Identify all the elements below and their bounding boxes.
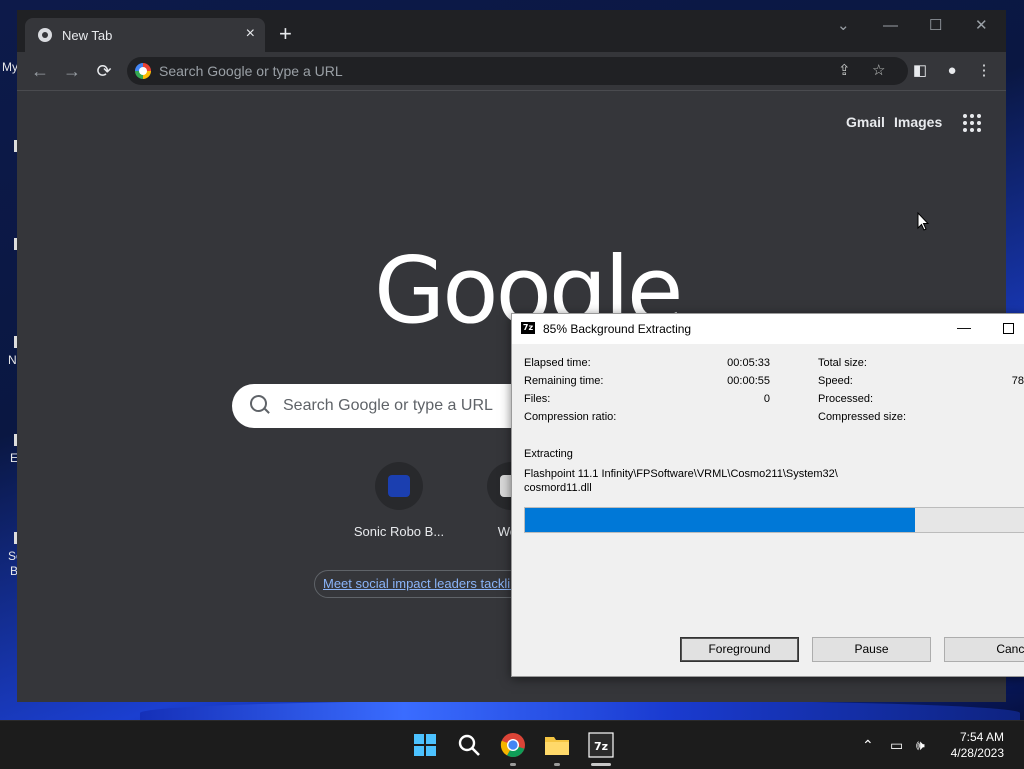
side-panel-icon[interactable]: ◧	[910, 61, 930, 81]
cancel-button[interactable]: Cancel	[944, 637, 1024, 662]
chrome-favicon-icon	[38, 28, 52, 42]
minimize-button[interactable]: —	[883, 18, 898, 34]
volume-icon[interactable]: 🕪	[916, 737, 925, 753]
tab-new-tab[interactable]: New Tab ×	[25, 18, 265, 52]
gmail-link[interactable]: Gmail	[846, 114, 885, 130]
desktop-icon-label[interactable]: N	[8, 353, 17, 367]
omnibox[interactable]: Search Google or type a URL ⇪ ☆	[127, 57, 908, 85]
file-path-line1: Flashpoint 11.1 Infinity\FPSoftware\VRML…	[524, 468, 838, 480]
status-text: Extracting	[524, 448, 573, 460]
sonic-favicon-icon	[388, 475, 410, 497]
menu-kebab-icon[interactable]: ⋮	[974, 61, 994, 81]
shortcut-tile[interactable]: Sonic Robo B...	[344, 462, 454, 539]
search-placeholder: Search Google or type a URL	[283, 397, 493, 414]
speed-label: Speed:	[818, 375, 853, 387]
7zip-logo-icon: 7z	[521, 322, 535, 334]
chrome-running-indicator	[510, 763, 516, 766]
shortcut-label: Sonic Robo B...	[353, 524, 445, 539]
elapsed-time-label: Elapsed time:	[524, 357, 591, 369]
dialog-titlebar[interactable]: 7z 85% Background Extracting —	[512, 314, 1024, 344]
dialog-title: 85% Background Extracting	[543, 322, 692, 336]
share-icon[interactable]: ⇪	[838, 62, 851, 80]
clock-time: 7:54 AM	[959, 730, 1004, 744]
browser-toolbar: ← → ⟳ Search Google or type a URL ⇪ ☆ ◧ …	[17, 52, 1006, 90]
show-hidden-icons-chevron-icon[interactable]: ⌃	[862, 737, 874, 753]
dialog-maximize-button[interactable]	[1003, 323, 1014, 334]
progress-bar	[524, 507, 1024, 533]
file-explorer-icon[interactable]	[543, 731, 571, 759]
desktop-icon-label[interactable]: My	[2, 60, 18, 74]
total-size-label: Total size:	[818, 357, 867, 369]
new-tab-button[interactable]: +	[279, 23, 292, 45]
images-link[interactable]: Images	[894, 114, 942, 130]
pause-button[interactable]: Pause	[812, 637, 931, 662]
progress-fill	[525, 508, 915, 532]
close-window-button[interactable]: ✕	[975, 18, 988, 34]
remaining-time-value: 00:00:55	[727, 375, 770, 387]
tab-title: New Tab	[62, 28, 113, 43]
files-value: 0	[763, 393, 770, 405]
reload-button[interactable]: ⟳	[94, 61, 114, 81]
network-icon[interactable]: ▭	[890, 737, 903, 753]
tab-search-icon[interactable]: ⌄	[837, 18, 850, 34]
7zip-active-indicator	[591, 763, 611, 766]
omnibox-placeholder: Search Google or type a URL	[159, 63, 343, 79]
google-g-icon	[135, 63, 151, 79]
forward-button[interactable]: →	[62, 61, 82, 81]
toolbar-divider	[17, 90, 1006, 91]
shortcut-icon-circle	[375, 462, 423, 510]
svg-text:7z: 7z	[594, 740, 608, 753]
chrome-icon[interactable]	[499, 731, 527, 759]
system-clock[interactable]: 7:54 AM 4/28/2023	[951, 729, 1004, 761]
explorer-running-indicator	[554, 763, 560, 766]
tab-strip: New Tab × + ⌄ — ☐ ✕	[17, 10, 1006, 52]
search-icon[interactable]	[455, 731, 483, 759]
tab-close-icon[interactable]: ×	[246, 25, 255, 43]
search-icon	[250, 395, 267, 412]
taskbar: 7z ⌃ ▭ 🕪 7:54 AM 4/28/2023	[0, 720, 1024, 769]
extraction-dialog: 7z 85% Background Extracting — Elapsed t…	[511, 313, 1024, 677]
speed-value: 78	[1011, 375, 1024, 387]
files-label: Files:	[524, 393, 551, 405]
mouse-cursor-icon	[917, 212, 929, 231]
apps-grid-icon[interactable]	[963, 114, 981, 132]
dialog-minimize-button[interactable]: —	[957, 319, 971, 335]
file-path-line2: cosmord11.dll	[524, 482, 592, 494]
windows-start-icon[interactable]	[411, 731, 439, 759]
bookmark-star-icon[interactable]: ☆	[872, 62, 885, 80]
compression-ratio-label: Compression ratio:	[524, 411, 617, 423]
back-button[interactable]: ←	[30, 61, 50, 81]
7zip-taskbar-icon[interactable]: 7z	[587, 731, 615, 759]
compressed-size-label: Compressed size:	[818, 411, 907, 423]
processed-label: Processed:	[818, 393, 874, 405]
promo-link[interactable]: Meet social impact leaders tackling	[314, 570, 534, 598]
maximize-button[interactable]: ☐	[929, 18, 942, 34]
clock-date: 4/28/2023	[950, 746, 1004, 760]
profile-avatar-icon[interactable]: ●	[942, 61, 962, 81]
foreground-button[interactable]: Foreground	[680, 637, 799, 662]
elapsed-time-value: 00:05:33	[727, 357, 770, 369]
remaining-time-label: Remaining time:	[524, 375, 604, 387]
